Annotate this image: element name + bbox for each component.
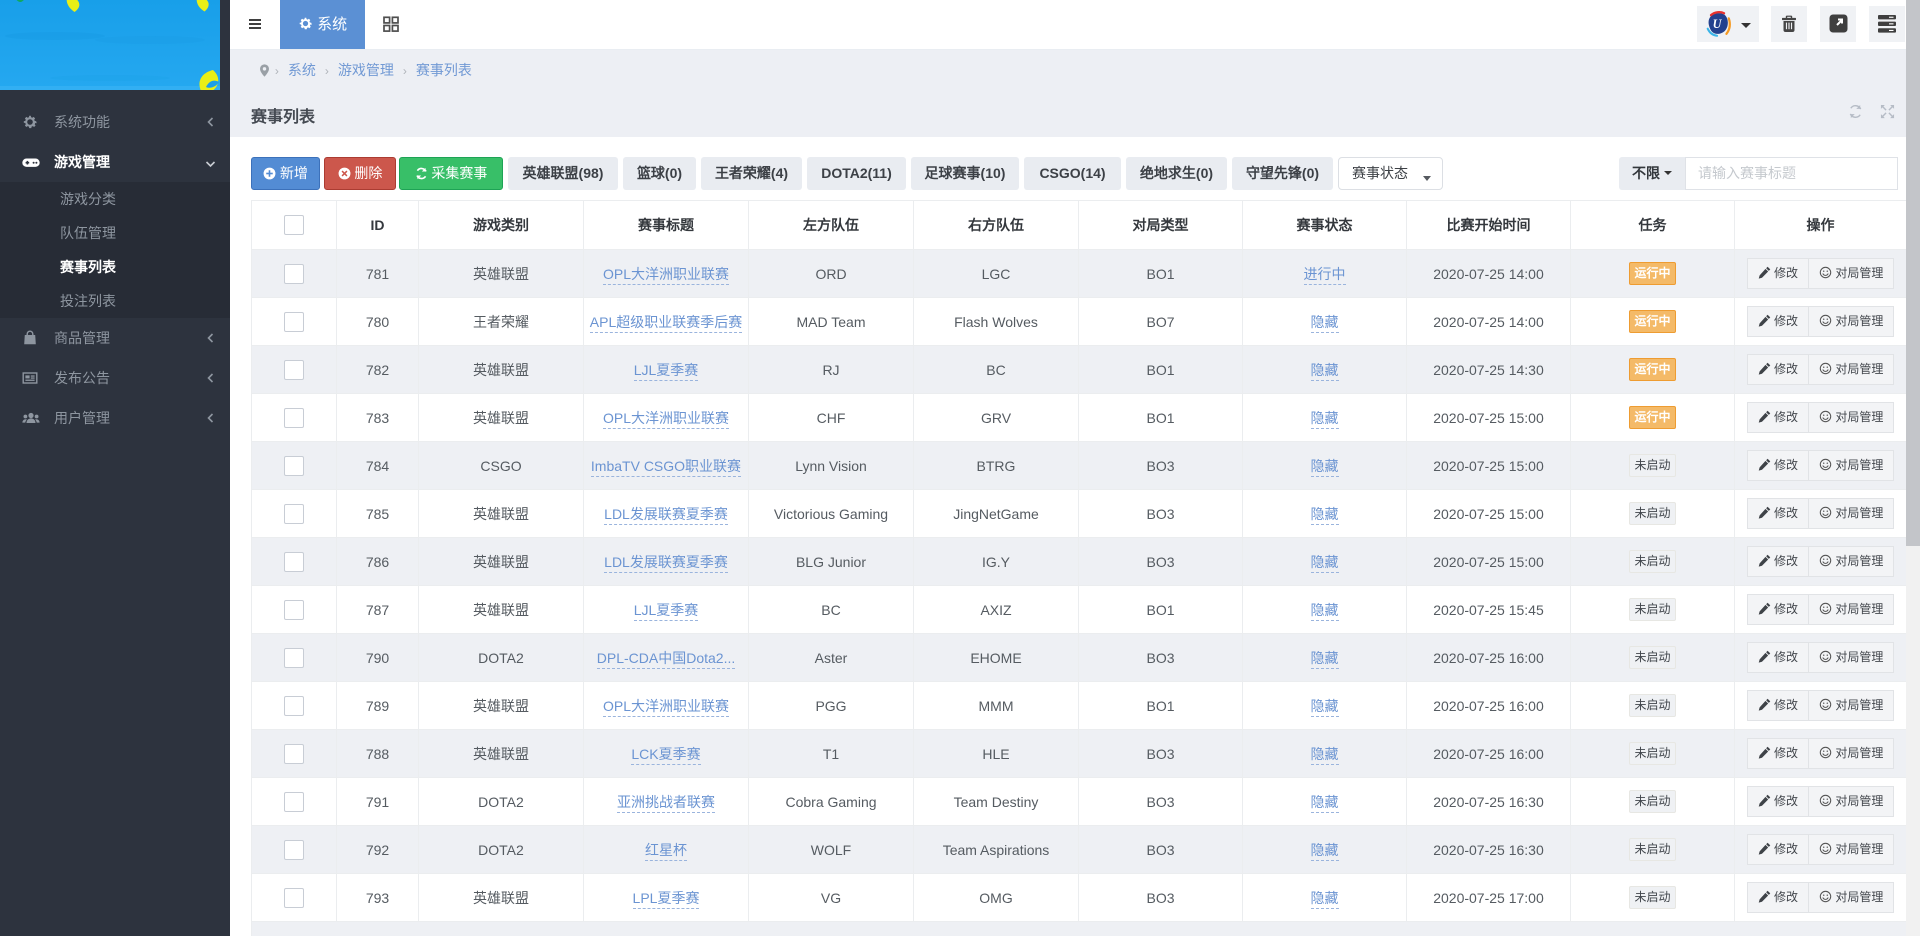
- svg-text:U: U: [1713, 17, 1723, 31]
